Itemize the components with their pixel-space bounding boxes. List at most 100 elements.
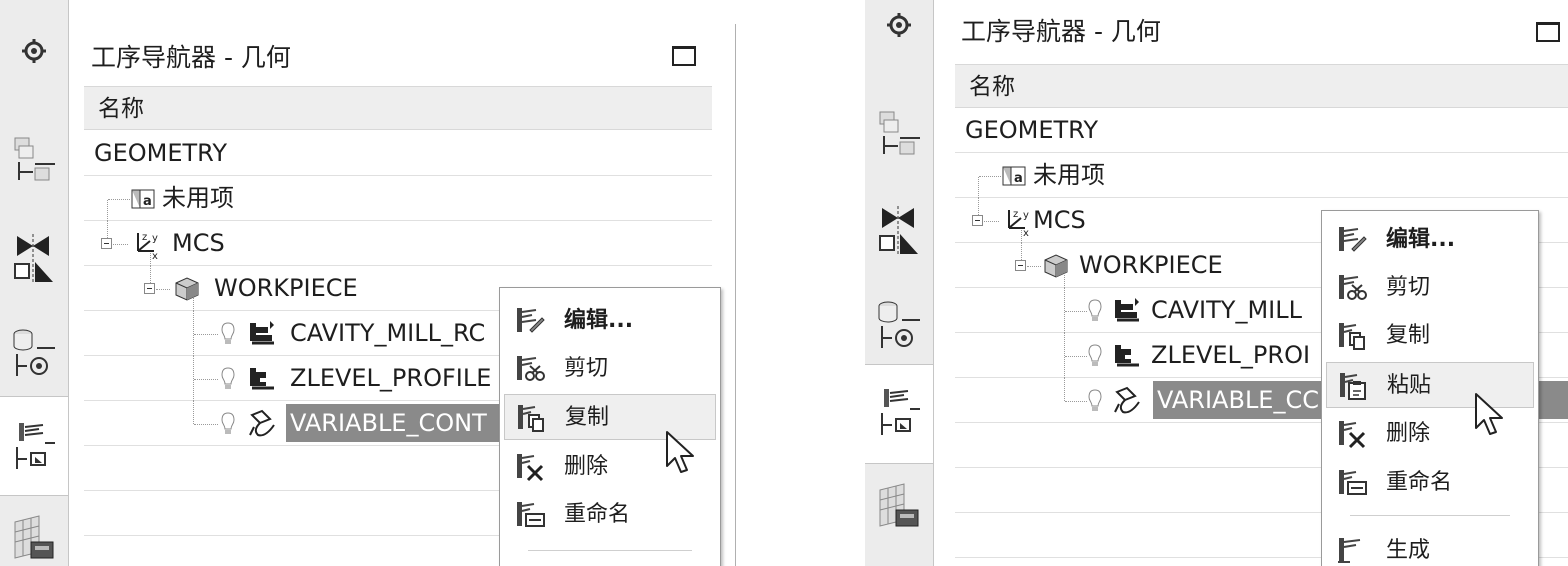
menu-label: 重命名 <box>564 502 631 527</box>
tree-label: WORKPIECE <box>1079 251 1223 279</box>
settings-gear-icon[interactable] <box>0 38 68 64</box>
collapse-toggle[interactable] <box>1015 260 1026 271</box>
tree-row-unused-items[interactable]: a 未用项 <box>955 153 1568 198</box>
assembly-constraint-icon[interactable] <box>865 204 933 258</box>
copy-icon <box>1336 321 1368 351</box>
variable-contour-icon <box>246 401 278 446</box>
menu-label: 编辑... <box>1386 227 1456 252</box>
machine-tool-navigator-icon[interactable] <box>0 326 68 382</box>
tree-row-mcs[interactable]: zyx MCS <box>84 221 712 266</box>
menu-label: 删除 <box>564 454 609 479</box>
part-navigator-icon[interactable] <box>0 134 68 190</box>
assembly-constraint-icon[interactable] <box>0 232 68 286</box>
operation-navigator-tab[interactable] <box>0 396 68 496</box>
part-navigator-icon[interactable] <box>865 108 933 164</box>
svg-text:x: x <box>152 251 158 259</box>
operation-navigator-panel-right: 工序导航器 - 几何 名称 GEOMETRY a 未用项 zyx MCS WOR… <box>865 0 1568 566</box>
lightbulb-icon <box>1087 378 1103 423</box>
menu-label: 编辑... <box>564 308 634 333</box>
mcs-axes-icon: zyx <box>128 221 162 266</box>
cut-icon <box>514 354 546 384</box>
tree-label: ZLEVEL_PROI <box>1151 341 1311 369</box>
collapse-toggle[interactable] <box>144 283 155 294</box>
tree-label: VARIABLE_CC <box>1157 386 1319 414</box>
column-header-name[interactable]: 名称 <box>955 64 1568 108</box>
tree-label: ZLEVEL_PROFILE <box>290 364 492 392</box>
generate-icon <box>1336 536 1368 566</box>
menu-item-edit[interactable]: 编辑... <box>504 298 716 344</box>
tree-row-geometry[interactable]: GEOMETRY <box>955 108 1568 153</box>
menu-label: 剪切 <box>1386 275 1431 300</box>
operation-navigator-tab[interactable] <box>865 364 933 464</box>
tree-label: CAVITY_MILL_RC <box>290 319 486 347</box>
workpiece-icon <box>1041 243 1071 288</box>
svg-text:y: y <box>152 233 158 244</box>
rename-icon <box>1336 468 1368 498</box>
collapse-toggle[interactable] <box>101 238 112 249</box>
edit-icon <box>514 306 546 336</box>
selection-highlight: VARIABLE_CONT <box>286 404 516 442</box>
tree-row-unused-items[interactable]: a 未用项 <box>84 176 712 221</box>
menu-item-rename[interactable]: 重命名 <box>504 492 716 538</box>
tree-label: 未用项 <box>162 184 234 212</box>
tree-label: WORKPIECE <box>214 274 358 302</box>
cut-icon <box>1336 273 1368 303</box>
svg-text:x: x <box>1023 228 1029 236</box>
menu-separator <box>1350 515 1510 516</box>
collapse-toggle[interactable] <box>972 215 983 226</box>
tree-label: MCS <box>172 229 225 257</box>
library-icon[interactable] <box>865 480 933 534</box>
cavity-mill-icon <box>246 311 278 356</box>
menu-item-generate[interactable]: 生成 <box>1326 528 1534 566</box>
delete-icon <box>1336 419 1368 449</box>
maximize-button[interactable] <box>672 46 696 66</box>
menu-item-cut[interactable]: 剪切 <box>1326 265 1534 311</box>
menu-label: 重命名 <box>1386 470 1453 495</box>
workpiece-icon <box>172 266 202 311</box>
lightbulb-icon <box>1087 288 1103 333</box>
svg-text:z: z <box>1013 209 1018 220</box>
tree-label: GEOMETRY <box>965 116 1098 144</box>
column-header-name[interactable]: 名称 <box>84 86 712 130</box>
svg-text:y: y <box>1023 210 1029 221</box>
unused-items-icon: a <box>1001 153 1027 198</box>
copy-icon <box>515 403 547 433</box>
cavity-mill-icon <box>1111 288 1143 333</box>
operation-navigator-panel-left: 工序导航器 - 几何 名称 GEOMETRY a 未用项 zyx MCS WOR… <box>0 0 740 566</box>
menu-label: 剪切 <box>564 356 609 381</box>
menu-item-cut[interactable]: 剪切 <box>504 346 716 392</box>
mcs-axes-icon: zyx <box>999 198 1033 243</box>
rename-icon <box>514 500 546 530</box>
operation-navigator-icon <box>865 385 933 441</box>
menu-label: 复制 <box>1386 323 1431 348</box>
resource-bar <box>865 0 934 566</box>
menu-item-copy[interactable]: 复制 <box>1326 313 1534 359</box>
context-menu: 编辑... 剪切 复制 删除 重命名 <box>499 287 721 566</box>
lightbulb-icon <box>1087 333 1103 378</box>
mouse-cursor-icon <box>666 431 694 473</box>
tree-label: GEOMETRY <box>94 139 227 167</box>
tree-label: MCS <box>1033 206 1086 234</box>
tree-label: CAVITY_MILL <box>1151 296 1302 324</box>
lightbulb-icon <box>220 311 236 356</box>
menu-item-rename[interactable]: 重命名 <box>1326 460 1534 506</box>
menu-separator <box>528 550 692 551</box>
menu-item-edit[interactable]: 编辑... <box>1326 217 1534 263</box>
zlevel-profile-icon <box>1111 333 1143 378</box>
menu-label: 生成 <box>1386 538 1431 563</box>
settings-gear-icon[interactable] <box>865 12 933 38</box>
machine-tool-navigator-icon[interactable] <box>865 298 933 354</box>
svg-text:a: a <box>1014 171 1023 186</box>
tree-row-geometry[interactable]: GEOMETRY <box>84 131 712 176</box>
variable-contour-icon <box>1111 378 1143 423</box>
tree-label: 未用项 <box>1033 161 1105 189</box>
navigator-title: 工序导航器 - 几何 <box>91 43 291 72</box>
svg-text:a: a <box>143 194 152 209</box>
maximize-button[interactable] <box>1536 22 1560 42</box>
delete-icon <box>514 452 546 482</box>
lightbulb-icon <box>220 401 236 446</box>
svg-text:z: z <box>142 232 147 243</box>
menu-label: 删除 <box>1386 421 1431 446</box>
lightbulb-icon <box>220 356 236 401</box>
library-icon[interactable] <box>0 512 68 566</box>
